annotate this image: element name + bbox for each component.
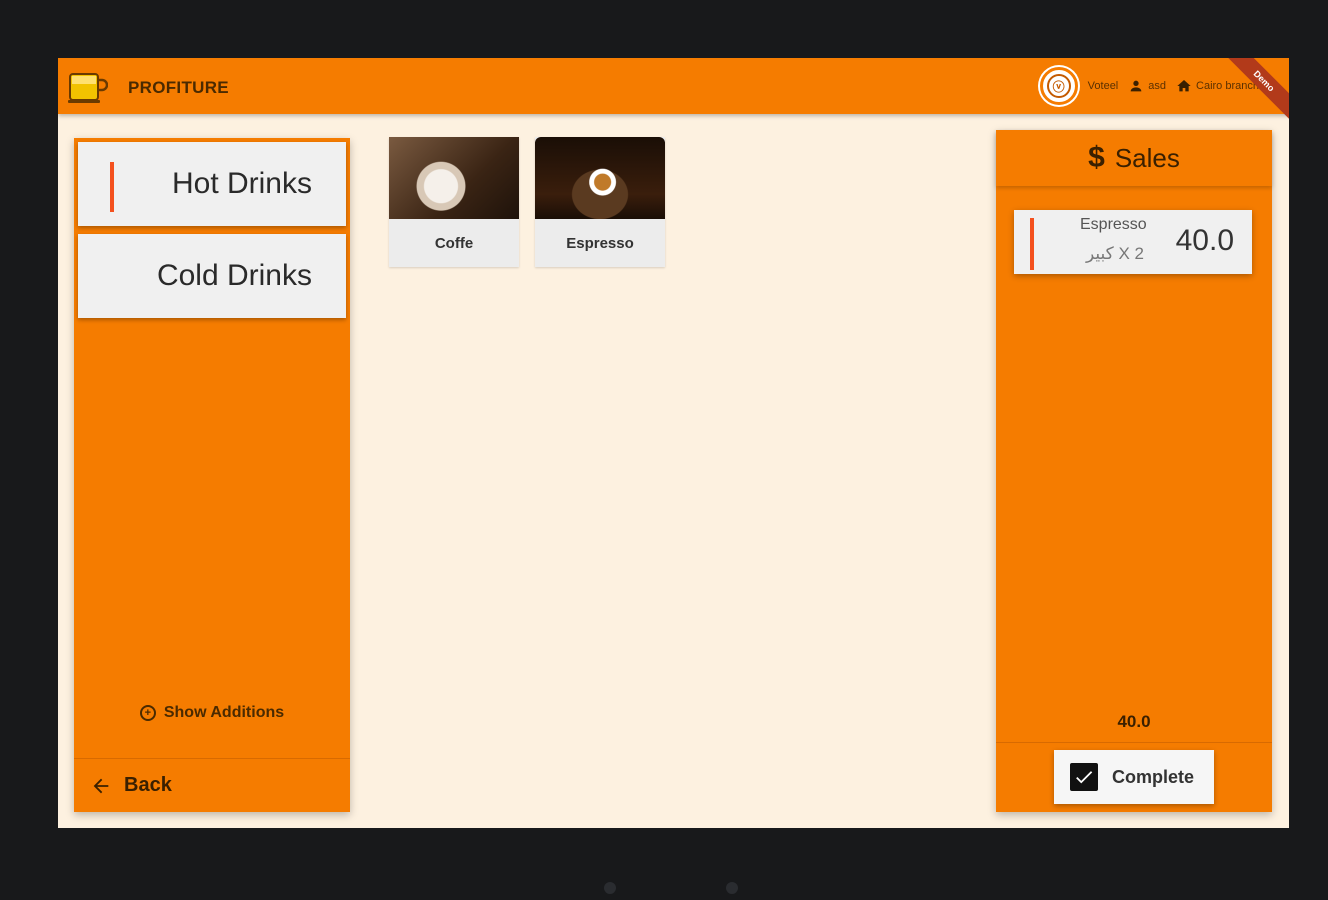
back-label: Back: [124, 774, 172, 796]
arrow-left-icon: [93, 778, 109, 793]
order-name: Espresso: [1080, 216, 1147, 233]
nav-dot: [604, 882, 616, 894]
category-label: Cold Drinks: [156, 259, 312, 292]
coffee-cup-logo-icon: [68, 73, 108, 103]
show-additions-label: Show Additions: [163, 704, 285, 721]
coffee-image: [389, 137, 519, 219]
checkbox-checked-icon: [1070, 763, 1098, 791]
add-circle-icon: +: [139, 705, 156, 721]
person-icon: [1130, 80, 1142, 92]
order-item[interactable]: Espresso كبير X 2 40.0: [1014, 210, 1252, 274]
user-label-item[interactable]: Voteel: [1088, 80, 1119, 92]
back-button[interactable]: Back: [74, 758, 350, 812]
sales-total: 40.0: [1117, 712, 1151, 731]
appbar-right: ⓥ Voteel asd Cairo branch: [1039, 67, 1259, 105]
branch-item[interactable]: Cairo branch: [1176, 78, 1259, 94]
espresso-image: [535, 137, 665, 219]
account-label: asd: [1148, 80, 1167, 92]
category-label: Hot Drinks: [171, 167, 312, 200]
category-cold-drinks[interactable]: Cold Drinks: [78, 234, 346, 318]
order-quantity: كبير X 2: [1086, 244, 1144, 263]
category-panel: Hot Drinks Cold Drinks + Show Additions …: [74, 138, 350, 812]
sales-title: Sales: [1114, 142, 1180, 173]
nav-dot: [726, 882, 738, 894]
branch-label: Cairo branch: [1196, 80, 1259, 92]
avatar-glyph: ⓥ: [1046, 74, 1071, 98]
complete-label: Complete: [1112, 766, 1195, 787]
show-additions-button[interactable]: + Show Additions: [74, 704, 350, 722]
home-icon: [1177, 80, 1191, 92]
divider: [996, 742, 1272, 743]
complete-button[interactable]: Complete: [1054, 750, 1214, 804]
avatar[interactable]: ⓥ: [1039, 67, 1078, 105]
selected-marker: [110, 162, 114, 212]
product-name: Coffe: [434, 234, 474, 252]
app-screen: PROFITURE ⓥ Voteel asd Cairo branch Demo…: [58, 58, 1289, 828]
dollar-icon: $: [1088, 141, 1105, 174]
sales-header: $ Sales: [996, 130, 1272, 186]
app-bar: PROFITURE ⓥ Voteel asd Cairo branch Demo: [58, 58, 1289, 127]
category-hot-drinks[interactable]: Hot Drinks: [78, 142, 346, 226]
user-label: Voteel: [1087, 80, 1119, 92]
product-card-espresso[interactable]: Espresso: [535, 137, 665, 267]
product-grid: Coffe Espresso: [389, 137, 665, 267]
account-item[interactable]: asd: [1128, 78, 1166, 94]
product-name: Espresso: [566, 234, 634, 252]
sales-panel: $ Sales Espresso كبير X 2 40.0 40.0 Comp…: [996, 130, 1272, 812]
order-price: 40.0: [1175, 224, 1234, 257]
product-card-coffe[interactable]: Coffe: [389, 137, 519, 267]
app-title: PROFITURE: [128, 78, 229, 97]
order-marker: [1030, 218, 1034, 270]
